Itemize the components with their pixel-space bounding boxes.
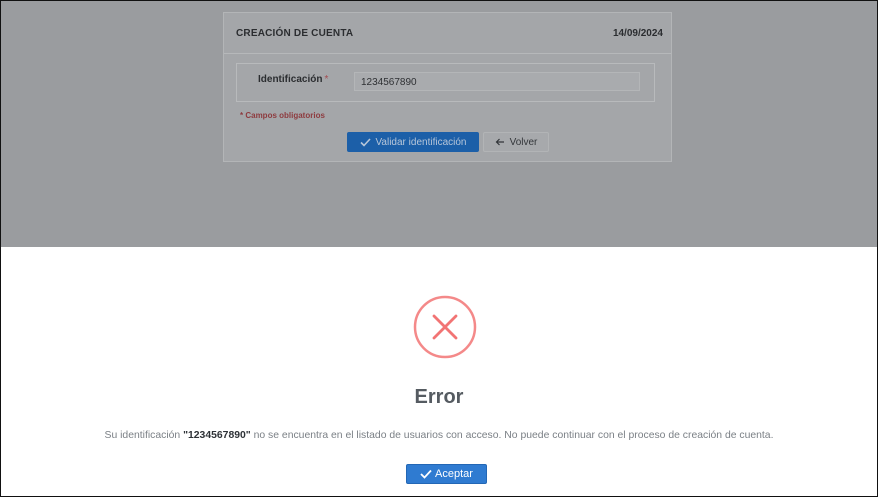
account-creation-card: CREACIÓN DE CUENTA 14/09/2024 Identifica… bbox=[223, 12, 672, 162]
back-label: Volver bbox=[509, 136, 538, 148]
identification-label: Identificación * bbox=[258, 74, 328, 85]
card-date: 14/09/2024 bbox=[612, 28, 663, 39]
identification-field-group: Identificación * 1234567890 bbox=[236, 63, 655, 102]
error-title: Error bbox=[414, 386, 464, 408]
error-message-suffix: no se encuentra en el listado de usuario… bbox=[250, 430, 774, 441]
error-message: Su identificación "1234567890" no se enc… bbox=[1, 430, 877, 441]
accept-label: Aceptar bbox=[435, 468, 473, 480]
error-message-id: "1234567890" bbox=[183, 430, 251, 441]
app-window: CREACIÓN DE CUENTA 14/09/2024 Identifica… bbox=[0, 0, 878, 497]
identification-input[interactable]: 1234567890 bbox=[354, 72, 640, 91]
required-asterisk: * bbox=[324, 74, 329, 85]
validate-identification-button[interactable]: Validar identificación bbox=[347, 132, 479, 152]
arrow-left-icon bbox=[495, 138, 504, 146]
modal-backdrop[interactable]: CREACIÓN DE CUENTA 14/09/2024 Identifica… bbox=[1, 1, 877, 247]
card-title: CREACIÓN DE CUENTA bbox=[236, 28, 354, 39]
accept-button[interactable]: Aceptar bbox=[406, 464, 487, 484]
error-message-prefix: Su identificación bbox=[104, 430, 184, 441]
check-icon bbox=[420, 469, 432, 479]
identification-label-text: Identificación bbox=[258, 74, 323, 85]
x-circle-icon bbox=[413, 295, 477, 359]
validate-identification-label: Validar identificación bbox=[375, 136, 467, 148]
required-fields-note: * Campos obligatorios bbox=[240, 111, 325, 120]
error-dialog: Error Su identificación "1234567890" no … bbox=[1, 247, 877, 496]
card-header: CREACIÓN DE CUENTA 14/09/2024 bbox=[224, 13, 671, 54]
back-button[interactable]: Volver bbox=[483, 132, 549, 152]
check-icon bbox=[359, 137, 371, 147]
